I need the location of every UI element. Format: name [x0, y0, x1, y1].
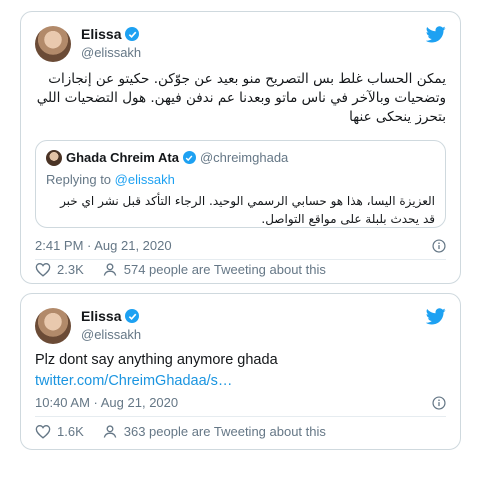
replying-to-handle[interactable]: @elissakh — [115, 172, 175, 187]
like-count: 2.3K — [57, 262, 84, 277]
verified-badge-icon — [182, 151, 196, 164]
quote-author-handle: @chreimghada — [199, 150, 289, 165]
timestamp[interactable]: 10:40 AM · Aug 21, 2020 — [35, 395, 178, 410]
people-icon — [103, 425, 117, 438]
tweet-link[interactable]: twitter.com/ChreimGhadaa/s… — [35, 373, 232, 389]
tweet-card[interactable]: Elissa @elissakh Plz dont say anything a… — [20, 293, 461, 450]
author-handle[interactable]: @elissakh — [81, 327, 141, 342]
tweeting-about-link[interactable]: 574 people are Tweeting about this — [102, 262, 326, 277]
avatar[interactable] — [35, 308, 71, 344]
like-count: 1.6K — [57, 424, 84, 439]
tweeting-about-text: 574 people are Tweeting about this — [123, 262, 326, 277]
quoted-tweet[interactable]: Ghada Chreim Ata @chreimghada Replying t… — [35, 140, 446, 228]
tweeting-about-link[interactable]: 363 people are Tweeting about this — [102, 424, 326, 439]
tweet-card[interactable]: Elissa @elissakh يمكن الحساب غلط بس التص… — [20, 11, 461, 284]
author-name[interactable]: Elissa — [81, 308, 121, 324]
people-icon — [103, 263, 117, 276]
avatar[interactable] — [35, 26, 71, 62]
info-icon[interactable] — [432, 396, 446, 410]
like-button[interactable]: 2.3K — [35, 262, 84, 277]
tweet-text: يمكن الحساب غلط بس التصريح منو بعيد عن ج… — [36, 71, 446, 125]
timestamp[interactable]: 2:41 PM · Aug 21, 2020 — [35, 238, 172, 253]
verified-badge-icon — [125, 27, 140, 41]
twitter-bird-icon[interactable] — [426, 308, 446, 325]
replying-to-label: Replying to — [46, 172, 112, 187]
divider — [35, 416, 446, 417]
info-icon[interactable] — [432, 239, 446, 253]
twitter-bird-icon[interactable] — [426, 26, 446, 43]
verified-badge-icon — [125, 309, 140, 323]
divider — [35, 259, 446, 260]
author-name[interactable]: Elissa — [81, 26, 121, 42]
quote-author-name: Ghada Chreim Ata — [66, 150, 179, 165]
quote-text: العزيزة اليسا، هذا هو حسابي الرسمي الوحي… — [60, 194, 435, 226]
tweeting-about-text: 363 people are Tweeting about this — [123, 424, 326, 439]
heart-icon — [35, 263, 51, 277]
author-handle[interactable]: @elissakh — [81, 45, 141, 60]
like-button[interactable]: 1.6K — [35, 424, 84, 439]
tweet-text: Plz dont say anything anymore ghada — [35, 352, 278, 368]
quote-avatar — [46, 150, 62, 166]
replying-to: Replying to @elissakh — [46, 172, 175, 187]
heart-icon — [35, 425, 51, 439]
